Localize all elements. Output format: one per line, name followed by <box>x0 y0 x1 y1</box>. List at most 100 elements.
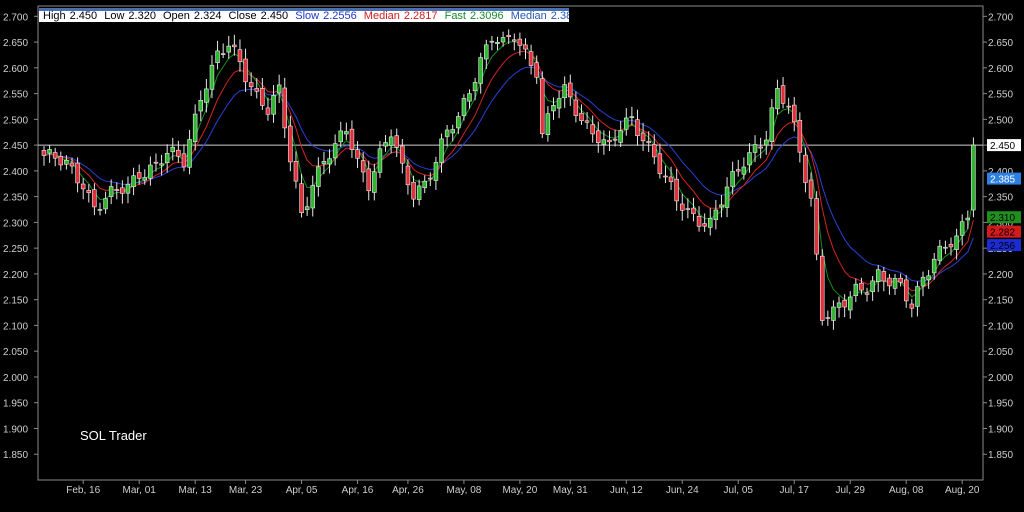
candle-body <box>321 161 327 165</box>
candle-body <box>769 107 775 142</box>
candle-body <box>657 153 663 175</box>
candle-body <box>220 53 226 55</box>
candle-body <box>702 223 707 227</box>
open-value: 2.324 <box>193 10 222 22</box>
candle-body <box>377 148 383 173</box>
candle-body <box>909 303 915 309</box>
candle-body <box>131 175 136 187</box>
y-tick-label-left: 2.600 <box>3 64 28 75</box>
candle-body <box>898 277 903 283</box>
candle-body <box>489 40 495 43</box>
fast-label: Fast <box>444 10 466 22</box>
y-tick-label-right: 2.000 <box>988 373 1013 384</box>
candle-body <box>433 162 439 181</box>
y-tick-label-right: 2.650 <box>988 38 1013 49</box>
x-tick-label: Jul, 29 <box>835 485 865 496</box>
candle-body <box>831 306 836 321</box>
candle-body <box>635 119 640 136</box>
candle-body <box>327 158 332 165</box>
candle-body <box>735 169 741 172</box>
x-tick-label: Jul, 17 <box>780 485 810 496</box>
candle-body <box>136 172 142 179</box>
x-tick-label: Aug, 20 <box>945 485 980 496</box>
x-tick-label: Apr, 16 <box>342 485 374 496</box>
candle-body <box>803 154 808 183</box>
ohlc-info-bar: High 2.450 Low 2.320 Open 2.324 Close 2.450 … <box>39 8 569 22</box>
median2-value: 2.3850 <box>550 10 569 22</box>
price-label-text: 2.256 <box>990 241 1015 252</box>
candle-body <box>388 136 394 146</box>
candle-body <box>265 107 271 115</box>
y-tick-label-right: 2.050 <box>988 347 1013 358</box>
y-tick-label-left: 2.400 <box>3 167 28 178</box>
candle-body <box>97 209 103 211</box>
high-label: High <box>43 10 66 22</box>
candle-body <box>590 124 595 135</box>
candle-body <box>567 82 573 98</box>
x-tick-label: Feb, 16 <box>66 485 100 496</box>
candle-body <box>360 160 366 173</box>
candle-body <box>847 296 853 311</box>
candle-body <box>579 112 584 121</box>
candle-body <box>108 186 114 197</box>
candle-body <box>69 162 75 167</box>
candle-body <box>819 255 825 321</box>
candle-body <box>293 161 299 182</box>
brand-label: SOL Trader <box>80 428 147 443</box>
candle-body <box>142 177 148 181</box>
candle-body <box>209 64 215 90</box>
y-tick-label-left: 2.200 <box>3 270 28 281</box>
candle-body <box>663 175 668 178</box>
candle-body <box>926 275 931 281</box>
y-tick-label-right: 2.550 <box>988 90 1013 101</box>
candle-body <box>428 177 433 180</box>
close-value: 2.450 <box>260 10 289 22</box>
candle-body <box>232 44 237 48</box>
y-tick-label-left: 1.950 <box>3 399 28 410</box>
y-tick-label-left: 2.350 <box>3 193 28 204</box>
candle-body <box>696 216 702 227</box>
candle-body <box>954 235 959 250</box>
candle-body <box>881 271 887 282</box>
candle-body <box>495 41 500 44</box>
candle-body <box>741 166 747 175</box>
candle-body <box>674 178 679 202</box>
candle-body <box>198 100 204 112</box>
candle-body <box>461 98 467 116</box>
candle-body <box>355 149 360 159</box>
candle-body <box>204 88 209 103</box>
y-tick-label-left: 2.700 <box>3 12 28 23</box>
candle-body <box>316 166 321 187</box>
candle-body <box>545 113 551 135</box>
candle-body <box>864 292 870 295</box>
candle-body <box>394 135 399 148</box>
candle-body <box>853 283 859 296</box>
candle-body <box>640 132 646 142</box>
candle-body <box>948 244 954 248</box>
slow-value: 2.2556 <box>323 10 357 22</box>
candle-body <box>511 39 517 42</box>
candle-body <box>780 85 786 104</box>
candle-body <box>618 130 623 143</box>
candle-body <box>444 129 450 137</box>
y-tick-label-right: 2.600 <box>988 64 1013 75</box>
y-tick-label-right: 2.150 <box>988 296 1013 307</box>
candle-body <box>551 105 556 112</box>
candle-body <box>500 37 506 43</box>
candle-body <box>304 206 310 210</box>
candle-body <box>747 152 752 166</box>
candle-body <box>439 138 444 163</box>
candle-body <box>943 246 948 249</box>
candle-body <box>254 88 260 92</box>
candle-body <box>192 113 198 142</box>
candle-body <box>164 153 170 164</box>
candle-body <box>534 62 539 78</box>
candle-body <box>226 45 232 53</box>
candle-body <box>276 84 282 94</box>
candle-body <box>181 153 187 168</box>
candle-body <box>243 58 248 83</box>
candle-body <box>601 139 607 145</box>
x-tick-label: Jul, 05 <box>724 485 754 496</box>
y-tick-label-left: 2.650 <box>3 38 28 49</box>
candle-body <box>713 209 719 220</box>
